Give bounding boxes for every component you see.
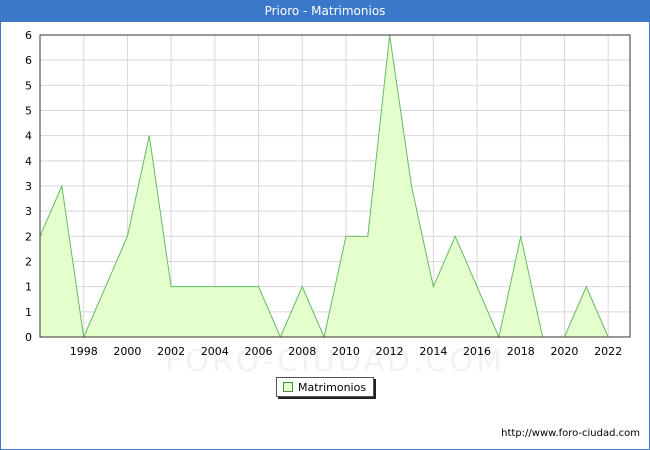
data-point [105, 286, 107, 288]
x-tick-label: 2020 [550, 345, 578, 358]
data-point [192, 286, 194, 288]
y-tick-label: 5 [25, 105, 32, 118]
y-tick-label: 6 [25, 29, 32, 42]
x-tick-label: 2000 [113, 345, 141, 358]
data-point [367, 235, 369, 237]
data-point [170, 286, 172, 288]
y-tick-label: 5 [25, 79, 32, 92]
y-tick-label: 4 [25, 155, 32, 168]
data-point [61, 185, 63, 187]
data-point [432, 286, 434, 288]
data-point [301, 286, 303, 288]
y-tick-label: 3 [25, 180, 32, 193]
y-tick-label: 1 [25, 281, 32, 294]
footer-url: http://www.foro-ciudad.com [501, 428, 640, 439]
data-point [585, 286, 587, 288]
legend-swatch-matrimonios [283, 382, 293, 392]
data-point [214, 286, 216, 288]
watermark: FORO-CIUDAD.COM [165, 344, 505, 379]
y-tick-label: 6 [25, 54, 32, 67]
x-tick-label: 2022 [594, 345, 622, 358]
data-point [410, 185, 412, 187]
chart-legend: Matrimonios [276, 377, 374, 397]
data-point [520, 235, 522, 237]
data-point [126, 235, 128, 237]
legend-label-matrimonios: Matrimonios [298, 380, 367, 394]
y-tick-label: 2 [25, 256, 32, 269]
data-point [258, 286, 260, 288]
y-tick-label: 2 [25, 230, 32, 243]
x-tick-label: 2018 [507, 345, 535, 358]
data-point [476, 286, 478, 288]
x-tick-label: 1998 [70, 345, 98, 358]
y-tick-label: 1 [25, 306, 32, 319]
data-point [236, 286, 238, 288]
data-point [148, 135, 150, 137]
data-point [454, 235, 456, 237]
data-point [345, 235, 347, 237]
y-tick-label: 0 [25, 331, 32, 344]
y-tick-label: 3 [25, 205, 32, 218]
y-tick-label: 4 [25, 130, 32, 143]
